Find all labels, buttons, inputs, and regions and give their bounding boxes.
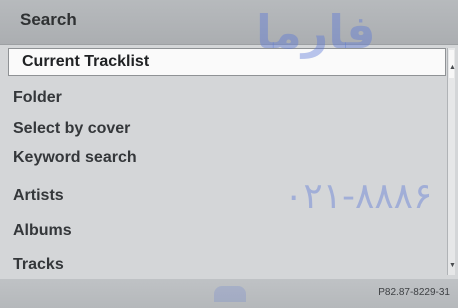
menu-scrollbar[interactable]: ▲ ▼ xyxy=(447,48,456,275)
media-search-screen: Search Current Tracklist Folder Select b… xyxy=(0,0,458,308)
menu-item-keyword-search[interactable]: Keyword search xyxy=(0,144,446,172)
title-bar: Search xyxy=(0,0,458,45)
menu-item-label: Artists xyxy=(13,187,64,204)
menu-item-label: Tracks xyxy=(13,256,64,273)
menu-item-label: Current Tracklist xyxy=(22,53,150,70)
arrow-up-icon[interactable]: ▲ xyxy=(449,64,456,71)
menu-item-current-tracklist[interactable]: Current Tracklist xyxy=(8,48,446,76)
menu-item-artists[interactable]: Artists xyxy=(0,182,446,210)
footer-band: P82.87-8229-31 xyxy=(0,279,458,308)
menu-item-folder[interactable]: Folder xyxy=(0,84,446,112)
menu-item-label: Keyword search xyxy=(13,149,137,166)
menu-item-tracks[interactable]: Tracks xyxy=(0,251,446,279)
menu-item-label: Folder xyxy=(13,89,62,106)
menu-item-albums[interactable]: Albums xyxy=(0,217,446,245)
menu-item-label: Select by cover xyxy=(13,120,131,137)
page-title: Search xyxy=(20,10,77,29)
arrow-down-icon[interactable]: ▼ xyxy=(449,262,456,269)
menu-item-select-by-cover[interactable]: Select by cover xyxy=(0,115,446,143)
figure-code: P82.87-8229-31 xyxy=(378,287,450,298)
menu-item-label: Albums xyxy=(13,222,72,239)
